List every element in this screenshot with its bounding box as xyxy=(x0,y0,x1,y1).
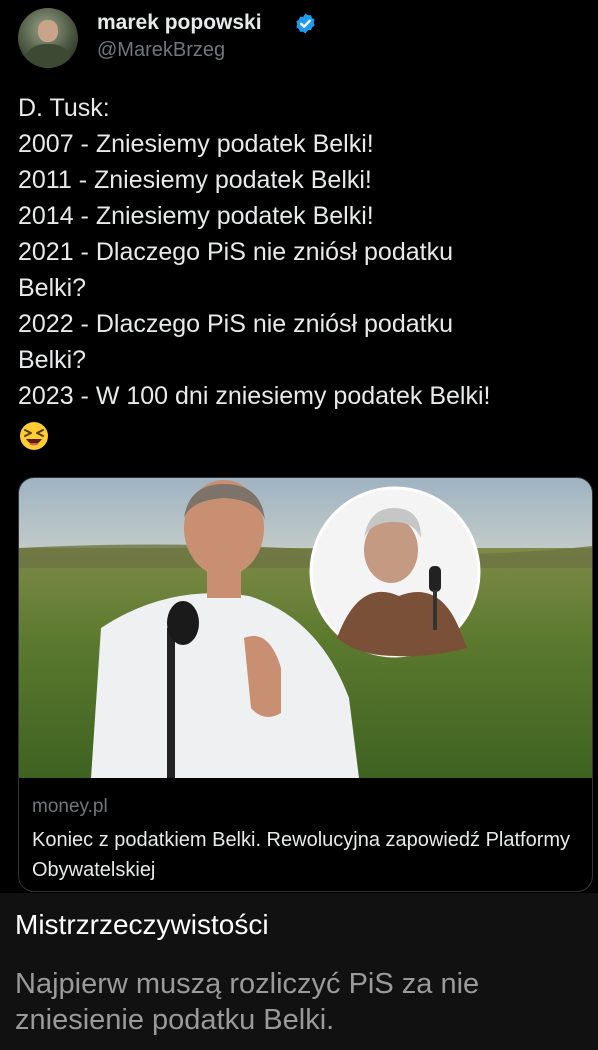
avatar-body-shape xyxy=(26,44,70,68)
tweet-line: 2007 - Zniesiemy podatek Belki! xyxy=(18,130,374,158)
tweet-line: Belki? xyxy=(18,274,87,302)
comment-text: Najpierw muszą rozliczyć PiS za nie znie… xyxy=(15,968,480,1036)
tweet-line: 2022 - Dlaczego PiS nie zniósł podatku xyxy=(18,310,453,338)
card-image xyxy=(19,478,592,778)
comment-username[interactable]: Mistrzrzeczywistości xyxy=(15,909,269,941)
author-name[interactable]: marek popowski xyxy=(97,11,262,35)
avatar[interactable] xyxy=(18,8,78,68)
tweet-line: D. Tusk: xyxy=(18,94,110,122)
tweet-line: 2014 - Zniesiemy podatek Belki! xyxy=(18,202,374,230)
avatar-face-shape xyxy=(38,20,58,42)
laughing-face-emoji-icon xyxy=(20,422,48,450)
tweet-text: D. Tusk: 2007 - Zniesiemy podatek Belki!… xyxy=(18,90,578,414)
verified-badge-icon xyxy=(296,13,315,34)
tweet-line: 2021 - Dlaczego PiS nie zniósł podatku xyxy=(18,238,453,266)
tweet-line: Belki? xyxy=(18,346,87,374)
card-domain[interactable]: money.pl xyxy=(32,796,108,818)
author-handle[interactable]: @MarekBrzeg xyxy=(97,39,225,62)
link-card[interactable]: money.pl Koniec z podatkiem Belki. Rewol… xyxy=(18,477,593,892)
tweet: marek popowski @MarekBrzeg D. Tusk: 2007… xyxy=(0,0,598,893)
tweet-line: 2011 - Zniesiemy podatek Belki! xyxy=(18,166,372,194)
card-title[interactable]: Koniec z podatkiem Belki. Rewolucyjna za… xyxy=(32,825,572,885)
tweet-line: 2023 - W 100 dni zniesiemy podatek Belki… xyxy=(18,382,491,410)
